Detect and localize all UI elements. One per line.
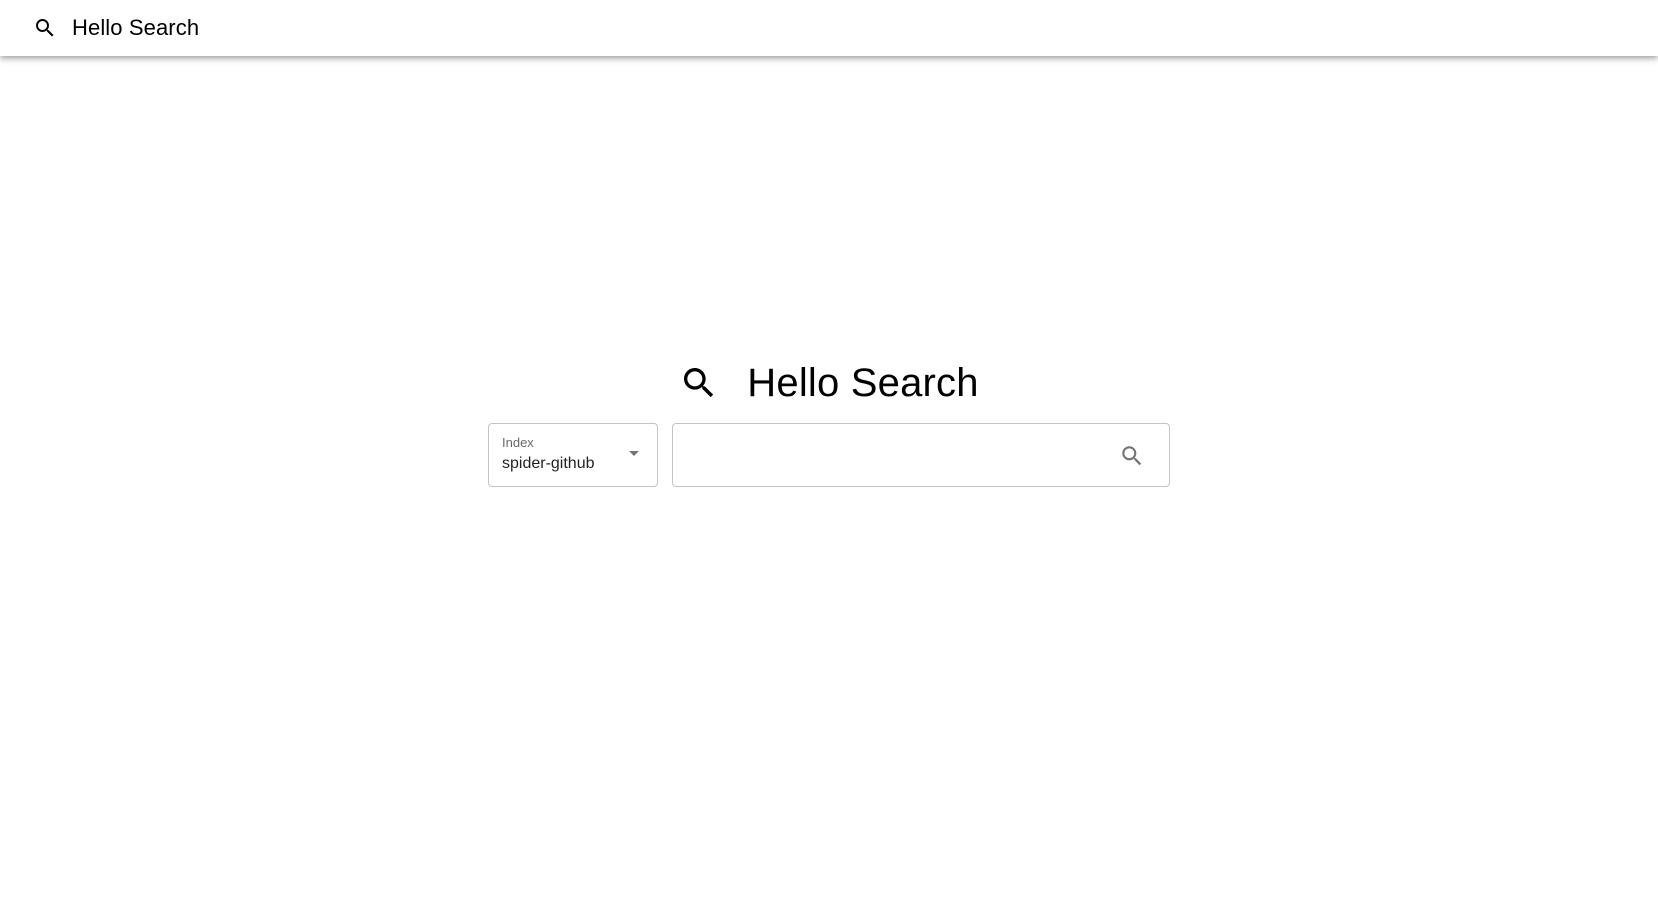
app-title: Hello Search xyxy=(72,15,200,40)
page-title: Hello Search xyxy=(747,360,979,405)
app-bar: Hello Search xyxy=(0,0,1658,56)
search-icon xyxy=(1122,446,1142,466)
search-form: Index spider-github xyxy=(488,423,1170,488)
search-button[interactable] xyxy=(1119,443,1145,469)
search-icon xyxy=(679,363,719,403)
search-icon xyxy=(32,15,58,41)
index-select-label: Index xyxy=(502,435,534,450)
hero-heading: Hello Search xyxy=(0,355,1658,411)
search-input[interactable] xyxy=(687,424,1111,488)
dropdown-arrow-icon xyxy=(629,451,639,456)
search-field xyxy=(672,423,1170,488)
index-select[interactable]: Index spider-github xyxy=(488,423,658,487)
index-select-value: spider-github xyxy=(502,455,595,472)
